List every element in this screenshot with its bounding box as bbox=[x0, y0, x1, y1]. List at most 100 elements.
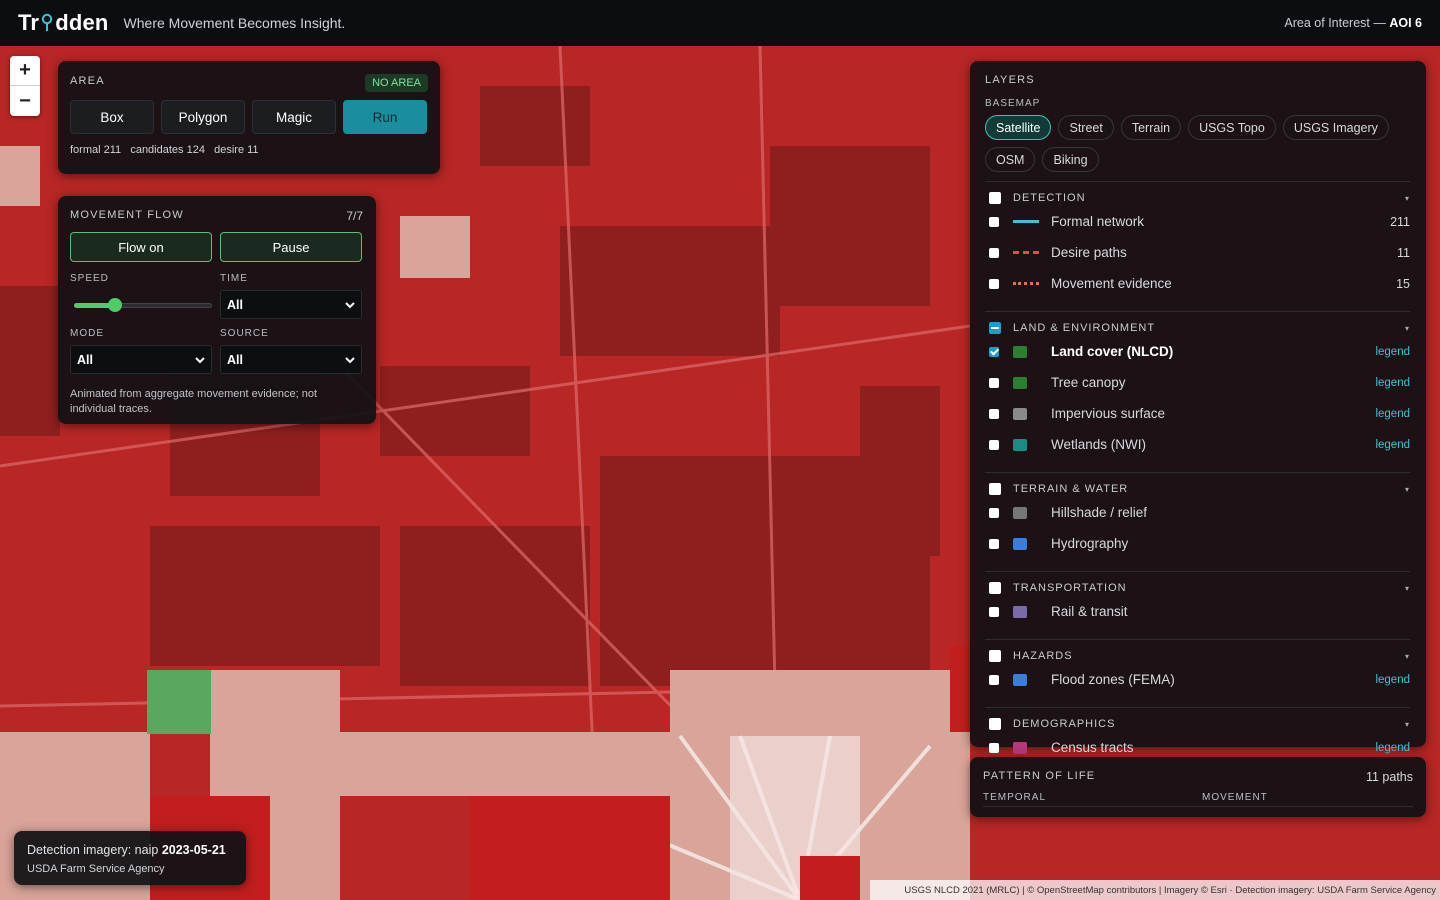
movement-title: MOVEMENT FLOW bbox=[70, 209, 184, 221]
layer-item[interactable]: Flood zones (FEMA) legend bbox=[985, 664, 1410, 695]
polygon-tool-button[interactable]: Polygon bbox=[161, 100, 245, 134]
group-name: DEMOGRAPHICS bbox=[1013, 718, 1116, 730]
group-checkbox[interactable] bbox=[989, 718, 1001, 730]
map-attribution[interactable]: USGS NLCD 2021 (MRLC) | © OpenStreetMap … bbox=[870, 880, 1440, 900]
line-style-icon bbox=[1013, 251, 1039, 254]
aoi-prefix: Area of Interest — bbox=[1284, 16, 1386, 30]
layer-group-transportation: TRANSPORTATION ▾ Rail & transit bbox=[985, 571, 1410, 627]
caret-down-icon[interactable]: ▾ bbox=[1405, 324, 1410, 333]
zoom-in-button[interactable]: + bbox=[10, 56, 40, 86]
basemap-chip-street[interactable]: Street bbox=[1058, 115, 1114, 140]
layer-item[interactable]: Hydrography bbox=[985, 528, 1410, 559]
legend-link[interactable]: legend bbox=[1375, 377, 1410, 389]
box-tool-button[interactable]: Box bbox=[70, 100, 154, 134]
group-checkbox[interactable] bbox=[989, 650, 1001, 662]
layer-group-hazards: HAZARDS ▾ Flood zones (FEMA) legend bbox=[985, 639, 1410, 695]
line-style-icon bbox=[1013, 282, 1039, 285]
basemap-chip-usgs-imagery[interactable]: USGS Imagery bbox=[1282, 115, 1389, 140]
layer-checkbox[interactable] bbox=[989, 538, 999, 549]
pause-button[interactable]: Pause bbox=[220, 232, 362, 262]
top-bar: Tr dden Where Movement Becomes Insight. … bbox=[0, 0, 1440, 46]
layer-item[interactable]: Formal network 211 bbox=[985, 206, 1410, 237]
tagline: Where Movement Becomes Insight. bbox=[123, 15, 346, 31]
basemap-chip-satellite[interactable]: Satellite bbox=[985, 115, 1052, 140]
caret-down-icon[interactable]: ▾ bbox=[1405, 720, 1410, 729]
zoom-out-button[interactable]: − bbox=[10, 86, 40, 116]
layer-checkbox[interactable] bbox=[989, 439, 999, 450]
layer-item[interactable]: Rail & transit bbox=[985, 596, 1410, 627]
layer-label: Movement evidence bbox=[1051, 276, 1172, 291]
basemap-chip-osm[interactable]: OSM bbox=[985, 147, 1036, 172]
layer-item[interactable]: Tree canopy legend bbox=[985, 367, 1410, 398]
legend-link[interactable]: legend bbox=[1375, 674, 1410, 686]
logo-text-left: Tr bbox=[18, 10, 40, 35]
layers-panel: LAYERS BASEMAP Satellite Street Terrain USG… bbox=[970, 61, 1426, 755]
legend-link[interactable]: legend bbox=[1375, 346, 1410, 358]
layer-item[interactable]: Land cover (NLCD) legend bbox=[985, 336, 1410, 367]
layer-item[interactable]: Hillshade / relief bbox=[985, 497, 1410, 528]
movement-note: Animated from aggregate movement evidenc… bbox=[70, 388, 318, 415]
speed-slider-handle[interactable] bbox=[108, 298, 123, 312]
layer-swatch-icon bbox=[1013, 673, 1027, 686]
paths-count: 11 paths bbox=[1365, 770, 1413, 784]
layer-item[interactable]: Desire paths 11 bbox=[985, 237, 1410, 268]
layer-group-header[interactable]: DETECTION ▾ bbox=[985, 190, 1410, 206]
layer-checkbox[interactable] bbox=[989, 216, 999, 227]
chevron-down-icon bbox=[345, 353, 355, 367]
layer-group-header[interactable]: DEMOGRAPHICS ▾ bbox=[985, 716, 1410, 732]
layer-checkbox[interactable] bbox=[989, 507, 999, 518]
layer-group-header[interactable]: TRANSPORTATION ▾ bbox=[985, 580, 1410, 596]
mode-select[interactable]: All bbox=[70, 345, 212, 374]
flow-on-button[interactable]: Flow on bbox=[70, 232, 212, 262]
group-checkbox[interactable] bbox=[989, 483, 1001, 495]
layer-label: Hydrography bbox=[1051, 536, 1129, 551]
layer-item[interactable]: Movement evidence 15 bbox=[985, 268, 1410, 299]
layer-checkbox[interactable] bbox=[989, 377, 999, 388]
legend-link[interactable]: legend bbox=[1375, 439, 1410, 451]
basemap-options: Satellite Street Terrain USGS Topo USGS Imag… bbox=[985, 115, 1405, 172]
imagery-date: 2023-05-21 bbox=[161, 843, 226, 857]
basemap-chip-usgs-topo[interactable]: USGS Topo bbox=[1188, 115, 1276, 140]
pattern-of-life-panel: PATTERN OF LIFE 11 paths TEMPORAL MOVEME… bbox=[970, 757, 1426, 817]
layer-checkbox[interactable] bbox=[989, 674, 999, 685]
aoi-indicator: Area of Interest — AOI 6 bbox=[1284, 16, 1422, 30]
layer-swatch-icon bbox=[1013, 345, 1027, 358]
caret-down-icon[interactable]: ▾ bbox=[1405, 652, 1410, 661]
layer-checkbox[interactable] bbox=[989, 742, 999, 753]
layer-label: Rail & transit bbox=[1051, 604, 1128, 619]
layer-checkbox[interactable] bbox=[989, 278, 999, 289]
layer-group-header[interactable]: LAND & ENVIRONMENT ▾ bbox=[985, 320, 1410, 336]
legend-link[interactable]: legend bbox=[1375, 742, 1410, 754]
magic-tool-button[interactable]: Magic bbox=[252, 100, 336, 134]
group-checkbox[interactable] bbox=[989, 322, 1001, 334]
caret-down-icon[interactable]: ▾ bbox=[1405, 194, 1410, 203]
layer-checkbox[interactable] bbox=[989, 606, 999, 617]
legend-link[interactable]: legend bbox=[1375, 408, 1410, 420]
layer-checkbox[interactable] bbox=[989, 346, 999, 357]
group-checkbox[interactable] bbox=[989, 582, 1001, 594]
layer-item[interactable]: Impervious surface legend bbox=[985, 398, 1410, 429]
speed-slider[interactable] bbox=[70, 290, 212, 319]
imagery-info: Detection imagery: naip 2023-05-21 USDA … bbox=[14, 831, 246, 885]
basemap-chip-biking[interactable]: Biking bbox=[1042, 147, 1099, 172]
app-logo[interactable]: Tr dden bbox=[18, 10, 109, 36]
caret-down-icon[interactable]: ▾ bbox=[1405, 584, 1410, 593]
group-checkbox[interactable] bbox=[989, 192, 1001, 204]
speed-label: SPEED bbox=[70, 273, 109, 284]
layer-group-header[interactable]: TERRAIN & WATER ▾ bbox=[985, 481, 1410, 497]
layer-checkbox[interactable] bbox=[989, 408, 999, 419]
time-select[interactable]: All bbox=[220, 290, 362, 319]
basemap-chip-terrain[interactable]: Terrain bbox=[1120, 115, 1182, 140]
line-style-icon bbox=[1013, 220, 1039, 223]
location-pin-icon bbox=[41, 13, 53, 33]
mode-select-value: All bbox=[77, 352, 93, 367]
layer-label: Land cover (NLCD) bbox=[1051, 344, 1174, 359]
layer-group-header[interactable]: HAZARDS ▾ bbox=[985, 648, 1410, 664]
layer-item[interactable]: Wetlands (NWI) legend bbox=[985, 429, 1410, 460]
basemap-label: BASEMAP bbox=[985, 98, 1041, 109]
run-button[interactable]: Run bbox=[343, 100, 427, 134]
source-select-value: All bbox=[227, 352, 243, 367]
source-select[interactable]: All bbox=[220, 345, 362, 374]
caret-down-icon[interactable]: ▾ bbox=[1405, 485, 1410, 494]
layer-checkbox[interactable] bbox=[989, 247, 999, 258]
